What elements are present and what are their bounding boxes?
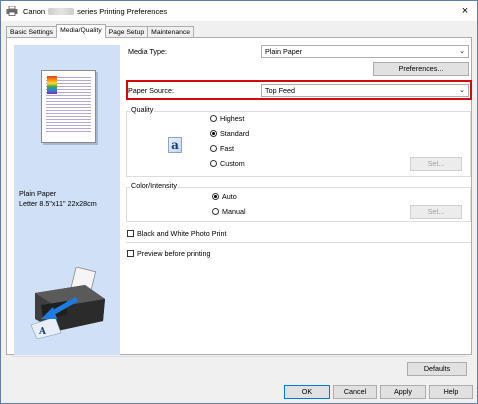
quality-group-title: Quality — [130, 105, 155, 114]
tab-media-quality[interactable]: Media/Quality — [56, 24, 106, 38]
title-prefix: Canon — [23, 6, 46, 16]
printing-preferences-window: Canon series Printing Preferences × Basi… — [0, 0, 478, 404]
defaults-button[interactable]: Defaults — [407, 362, 467, 376]
printer-app-icon — [6, 5, 18, 16]
bw-photo-print-checkbox[interactable]: Black and White Photo Print — [127, 229, 227, 238]
color-intensity-title: Color/Intensity — [130, 181, 178, 190]
paper-color-image — [47, 76, 57, 94]
color-set-button[interactable]: Set... — [410, 205, 462, 219]
radio-icon — [212, 208, 219, 215]
media-type-value: Plain Paper — [265, 47, 303, 56]
redacted-model-name — [48, 7, 75, 15]
quality-highest-label: Highest — [220, 114, 245, 123]
close-icon[interactable]: × — [457, 4, 473, 18]
media-size-text: Letter 8.5"x11" 22x28cm — [19, 199, 97, 208]
quality-fast-radio[interactable]: Fast — [210, 144, 234, 153]
quality-preview-icon: a — [168, 137, 182, 153]
checkbox-icon — [127, 230, 134, 237]
paper-preview-image — [41, 70, 96, 143]
ok-button[interactable]: OK — [284, 385, 330, 399]
color-manual-label: Manual — [222, 207, 246, 216]
radio-icon — [210, 115, 217, 122]
bw-photo-print-label: Black and White Photo Print — [137, 229, 227, 238]
color-auto-label: Auto — [222, 192, 237, 201]
quality-highest-radio[interactable]: Highest — [210, 114, 244, 123]
preview-before-printing-checkbox[interactable]: Preview before printing — [127, 249, 211, 258]
quality-custom-radio[interactable]: Custom — [210, 159, 245, 168]
radio-icon — [210, 145, 217, 152]
quality-standard-radio[interactable]: Standard — [210, 129, 249, 138]
media-type-dropdown[interactable]: Plain Paper ⌄ — [261, 45, 469, 58]
title-bar: Canon series Printing Preferences × — [1, 1, 477, 21]
footer-separator — [12, 356, 467, 357]
preferences-button[interactable]: Preferences... — [373, 62, 469, 76]
quality-standard-label: Standard — [220, 129, 250, 138]
title-suffix: series Printing Preferences — [77, 6, 168, 16]
settings-preview: Plain Paper Letter 8.5"x11" 22x28cm A — [14, 45, 120, 355]
window-title: Canon series Printing Preferences — [23, 7, 167, 16]
color-auto-radio[interactable]: Auto — [212, 192, 237, 201]
media-name-text: Plain Paper — [19, 189, 57, 198]
media-quality-panel: Plain Paper Letter 8.5"x11" 22x28cm A Me — [6, 37, 472, 355]
quality-custom-label: Custom — [220, 159, 245, 168]
radio-selected-icon — [212, 193, 219, 200]
radio-icon — [210, 160, 217, 167]
preview-before-printing-label: Preview before printing — [137, 249, 211, 258]
help-button[interactable]: Help — [429, 385, 473, 399]
quality-set-button[interactable]: Set... — [410, 157, 462, 171]
separator — [126, 242, 471, 243]
media-type-label: Media Type: — [128, 47, 168, 56]
chevron-down-icon: ⌄ — [459, 48, 465, 55]
cancel-button[interactable]: Cancel — [333, 385, 377, 399]
paper-source-highlight — [126, 80, 472, 100]
color-manual-radio[interactable]: Manual — [212, 207, 246, 216]
apply-button[interactable]: Apply — [380, 385, 426, 399]
media-info: Plain Paper Letter 8.5"x11" 22x28cm — [19, 189, 97, 209]
radio-selected-icon — [210, 130, 217, 137]
svg-text:A: A — [38, 327, 47, 337]
printer-feed-illustration: A — [27, 266, 109, 340]
checkbox-icon — [127, 250, 134, 257]
quality-fast-label: Fast — [220, 144, 234, 153]
